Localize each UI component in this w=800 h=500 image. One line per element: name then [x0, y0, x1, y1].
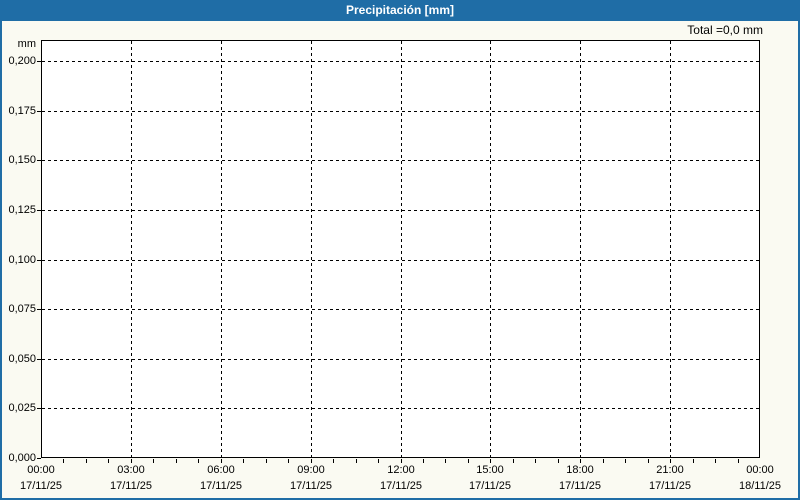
grid-line-vertical [221, 41, 222, 457]
x-axis-tick [378, 459, 379, 463]
x-axis-tick [648, 459, 649, 463]
x-tick-time: 21:00 [656, 464, 684, 476]
x-axis-tick [423, 459, 424, 463]
x-axis-tick [63, 459, 64, 463]
x-axis-tick [490, 459, 491, 463]
x-tick-time: 03:00 [117, 464, 145, 476]
x-axis-tick [243, 459, 244, 463]
y-axis-tick [37, 160, 41, 161]
x-axis-tick [535, 459, 536, 463]
y-axis-tick [37, 260, 41, 261]
x-tick-time: 06:00 [207, 464, 235, 476]
x-axis-tick [513, 459, 514, 463]
chart-title: Precipitación [mm] [345, 3, 455, 17]
x-tick-time: 00:00 [27, 464, 55, 476]
grid-line-vertical [401, 41, 402, 457]
x-axis-tick [401, 459, 402, 463]
x-tick-label: 03:00 17/11/25 [95, 462, 167, 494]
x-tick-date: 17/11/25 [199, 480, 242, 492]
x-tick-time: 00:00 [746, 464, 774, 476]
x-tick-date: 18/11/25 [738, 480, 781, 492]
x-axis-tick [311, 459, 312, 463]
y-axis-tick [37, 408, 41, 409]
x-axis-tick [670, 459, 671, 463]
x-tick-label: 12:00 17/11/25 [365, 462, 437, 494]
x-axis-tick [266, 459, 267, 463]
x-tick-label: 21:00 17/11/25 [634, 462, 706, 494]
y-tick-label: 0,125 [8, 204, 36, 216]
x-tick-date: 17/11/25 [648, 480, 691, 492]
x-tick-time: 15:00 [476, 464, 504, 476]
y-axis-unit-label: mm [17, 38, 36, 50]
x-tick-date: 17/11/25 [379, 480, 422, 492]
chart-window: Precipitación [mm] Total =0,0 mm mm 0,20… [0, 0, 800, 500]
x-axis-tick [693, 459, 694, 463]
x-axis-tick [603, 459, 604, 463]
y-tick-label: 0,050 [8, 353, 36, 365]
grid-line-vertical [670, 41, 671, 457]
x-axis-tick [288, 459, 289, 463]
x-tick-date: 17/11/25 [289, 480, 332, 492]
grid-line-vertical [131, 41, 132, 457]
x-tick-time: 18:00 [566, 464, 594, 476]
y-tick-label: 0,100 [8, 254, 36, 266]
x-tick-date: 17/11/25 [468, 480, 511, 492]
x-axis-tick [356, 459, 357, 463]
x-tick-date: 17/11/25 [558, 480, 601, 492]
title-bar: Precipitación [mm] [0, 0, 800, 21]
y-axis-tick [37, 359, 41, 360]
y-tick-label: 0,150 [8, 154, 36, 166]
x-tick-label: 00:00 17/11/25 [5, 462, 77, 494]
y-tick-label: 0,075 [8, 303, 36, 315]
x-tick-label: 09:00 17/11/25 [275, 462, 347, 494]
x-tick-label: 18:00 17/11/25 [544, 462, 616, 494]
x-axis-tick [625, 459, 626, 463]
x-tick-label: 00:00 18/11/25 [724, 462, 796, 494]
x-axis-tick [86, 459, 87, 463]
grid-line-vertical [490, 41, 491, 457]
y-axis-tick [37, 458, 41, 459]
x-axis-tick [558, 459, 559, 463]
y-axis-tick [37, 61, 41, 62]
x-tick-label: 06:00 17/11/25 [185, 462, 257, 494]
x-tick-date: 17/11/25 [109, 480, 152, 492]
x-axis-tick [715, 459, 716, 463]
y-tick-label: 0,025 [8, 402, 36, 414]
y-axis-tick [37, 210, 41, 211]
x-axis-tick [468, 459, 469, 463]
y-axis-tick [37, 309, 41, 310]
grid-line-vertical [580, 41, 581, 457]
x-axis-tick [580, 459, 581, 463]
x-axis-tick [153, 459, 154, 463]
x-tick-label: 15:00 17/11/25 [454, 462, 526, 494]
x-tick-time: 09:00 [297, 464, 325, 476]
x-axis-tick [131, 459, 132, 463]
x-axis-tick [445, 459, 446, 463]
x-axis-tick [108, 459, 109, 463]
total-annotation: Total =0,0 mm [687, 23, 763, 37]
x-axis-tick [738, 459, 739, 463]
x-axis-tick [221, 459, 222, 463]
y-axis-tick [37, 111, 41, 112]
x-tick-date: 17/11/25 [19, 480, 62, 492]
x-axis-tick [333, 459, 334, 463]
x-axis-tick [176, 459, 177, 463]
y-tick-label: 0,175 [8, 105, 36, 117]
grid-line-vertical [311, 41, 312, 457]
x-axis-tick [198, 459, 199, 463]
x-tick-time: 12:00 [387, 464, 415, 476]
y-tick-label: 0,200 [8, 55, 36, 67]
